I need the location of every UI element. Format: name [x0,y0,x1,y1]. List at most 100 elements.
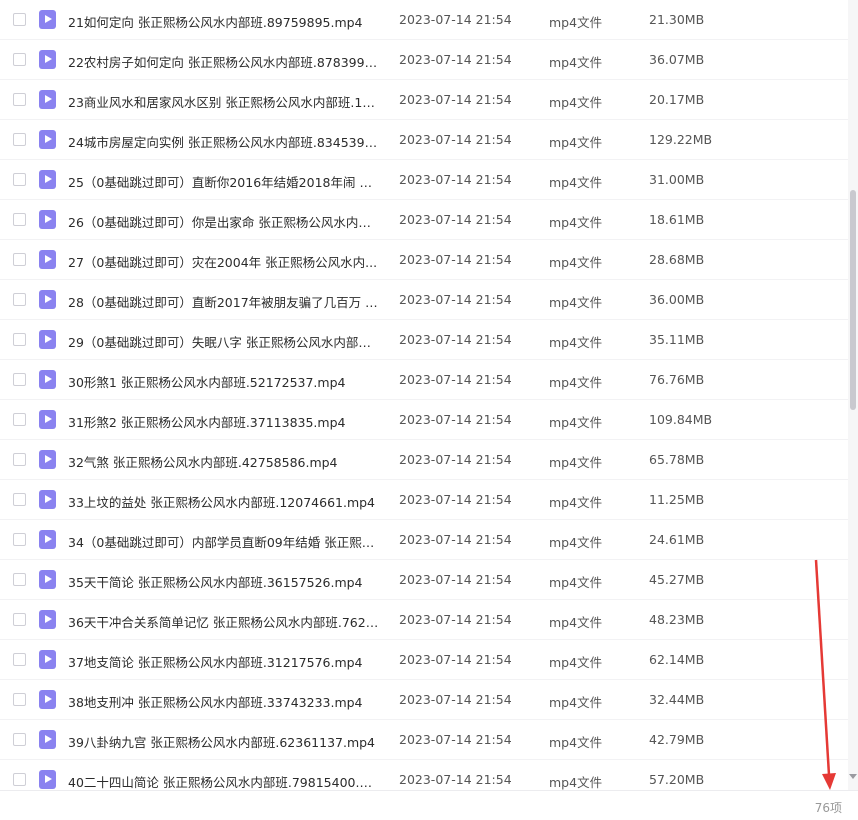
file-name[interactable]: 24城市房屋定向实例 张正熙杨公风水内部班.83453955.... [68,132,380,151]
file-size: 76.76MB [649,372,705,387]
row-checkbox[interactable] [13,573,26,586]
file-date: 2023-07-14 21:54 [399,612,512,627]
row-checkbox[interactable] [13,373,26,386]
file-date: 2023-07-14 21:54 [399,532,512,547]
file-row[interactable]: 37地支简论 张正熙杨公风水内部班.31217576.mp4 2023-07-14… [0,640,848,680]
file-row[interactable]: 31形煞2 张正熙杨公风水内部班.37113835.mp4 2023-07-14 … [0,400,848,440]
file-row[interactable]: 26（0基础跳过即可）你是出家命 张正熙杨公风水内部... 2023-07-14 … [0,200,848,240]
file-row[interactable]: 22农村房子如何定向 张正熙杨公风水内部班.87839994.... 2023-0… [0,40,848,80]
file-type: mp4文件 [549,655,603,670]
file-row[interactable]: 28（0基础跳过即可）直断2017年被朋友骗了几百万 张... 2023-07-1… [0,280,848,320]
row-checkbox[interactable] [13,213,26,226]
file-row[interactable]: 21如何定向 张正熙杨公风水内部班.89759895.mp4 2023-07-14… [0,0,848,40]
file-name[interactable]: 36天干冲合关系简单记忆 张正熙杨公风水内部班.7626... [68,612,380,631]
file-row[interactable]: 35天干简论 张正熙杨公风水内部班.36157526.mp4 2023-07-14… [0,560,848,600]
file-row[interactable]: 27（0基础跳过即可）灾在2004年 张正熙杨公风水内... 2023-07-14… [0,240,848,280]
row-checkbox[interactable] [13,613,26,626]
file-row[interactable]: 40二十四山简论 张正熙杨公风水内部班.79815400.mp4 2023-07-… [0,760,848,790]
row-checkbox[interactable] [13,93,26,106]
file-name[interactable]: 32气煞 张正熙杨公风水内部班.42758586.mp4 [68,452,380,471]
file-date: 2023-07-14 21:54 [399,12,512,27]
file-row[interactable]: 33上坟的益处 张正熙杨公风水内部班.12074661.mp4 2023-07-1… [0,480,848,520]
scroll-down-arrow-icon[interactable] [849,774,857,779]
file-date: 2023-07-14 21:54 [399,172,512,187]
row-checkbox[interactable] [13,253,26,266]
file-size: 36.00MB [649,292,705,307]
file-type: mp4文件 [549,295,603,310]
row-checkbox[interactable] [13,133,26,146]
row-checkbox[interactable] [13,533,26,546]
file-type: mp4文件 [549,15,603,30]
file-row[interactable]: 25（0基础跳过即可）直断你2016年结婚2018年闹 矛盾 ... 2023-0… [0,160,848,200]
row-checkbox[interactable] [13,653,26,666]
file-date: 2023-07-14 21:54 [399,452,512,467]
item-count: 76项 [814,801,842,815]
video-file-icon [39,370,56,389]
file-row[interactable]: 36天干冲合关系简单记忆 张正熙杨公风水内部班.7626... 2023-07-1… [0,600,848,640]
row-checkbox[interactable] [13,333,26,346]
row-checkbox[interactable] [13,773,26,786]
file-row[interactable]: 38地支刑冲 张正熙杨公风水内部班.33743233.mp4 2023-07-14… [0,680,848,720]
file-type: mp4文件 [549,375,603,390]
file-date: 2023-07-14 21:54 [399,92,512,107]
video-file-icon [39,690,56,709]
file-name[interactable]: 23商业风水和居家风水区别 张正熙杨公风水内部班.182... [68,92,380,111]
file-type: mp4文件 [549,215,603,230]
file-type: mp4文件 [549,695,603,710]
video-file-icon [39,410,56,429]
file-date: 2023-07-14 21:54 [399,492,512,507]
file-row[interactable]: 24城市房屋定向实例 张正熙杨公风水内部班.83453955.... 2023-0… [0,120,848,160]
file-type: mp4文件 [549,255,603,270]
file-date: 2023-07-14 21:54 [399,332,512,347]
file-name[interactable]: 31形煞2 张正熙杨公风水内部班.37113835.mp4 [68,412,380,431]
file-date: 2023-07-14 21:54 [399,212,512,227]
file-size: 36.07MB [649,52,705,67]
file-name[interactable]: 34（0基础跳过即可）内部学员直断09年结婚 张正熙杨... [68,532,380,551]
file-date: 2023-07-14 21:54 [399,572,512,587]
file-size: 28.68MB [649,252,705,267]
file-name[interactable]: 40二十四山简论 张正熙杨公风水内部班.79815400.mp4 [68,772,380,790]
row-checkbox[interactable] [13,293,26,306]
video-file-icon [39,730,56,749]
file-name[interactable]: 33上坟的益处 张正熙杨公风水内部班.12074661.mp4 [68,492,380,511]
file-type: mp4文件 [549,415,603,430]
file-type: mp4文件 [549,775,603,790]
file-name[interactable]: 35天干简论 张正熙杨公风水内部班.36157526.mp4 [68,572,380,591]
file-name[interactable]: 28（0基础跳过即可）直断2017年被朋友骗了几百万 张... [68,292,380,311]
file-name[interactable]: 22农村房子如何定向 张正熙杨公风水内部班.87839994.... [68,52,380,71]
row-checkbox[interactable] [13,13,26,26]
file-name[interactable]: 25（0基础跳过即可）直断你2016年结婚2018年闹 矛盾 ... [68,172,380,191]
video-file-icon [39,90,56,109]
row-checkbox[interactable] [13,53,26,66]
file-name[interactable]: 29（0基础跳过即可）失眠八字 张正熙杨公风水内部班.1... [68,332,380,351]
file-type: mp4文件 [549,455,603,470]
file-row[interactable]: 32气煞 张正熙杨公风水内部班.42758586.mp4 2023-07-14 2… [0,440,848,480]
file-name[interactable]: 37地支简论 张正熙杨公风水内部班.31217576.mp4 [68,652,380,671]
row-checkbox[interactable] [13,493,26,506]
file-size: 21.30MB [649,12,705,27]
row-checkbox[interactable] [13,173,26,186]
file-row[interactable]: 30形煞1 张正熙杨公风水内部班.52172537.mp4 2023-07-14 … [0,360,848,400]
row-checkbox[interactable] [13,453,26,466]
file-name[interactable]: 21如何定向 张正熙杨公风水内部班.89759895.mp4 [68,12,380,31]
file-row[interactable]: 29（0基础跳过即可）失眠八字 张正熙杨公风水内部班.1... 2023-07-1… [0,320,848,360]
file-row[interactable]: 23商业风水和居家风水区别 张正熙杨公风水内部班.182... 2023-07-1… [0,80,848,120]
video-file-icon [39,130,56,149]
file-name[interactable]: 38地支刑冲 张正熙杨公风水内部班.33743233.mp4 [68,692,380,711]
file-name[interactable]: 26（0基础跳过即可）你是出家命 张正熙杨公风水内部... [68,212,380,231]
file-type: mp4文件 [549,735,603,750]
file-size: 42.79MB [649,732,705,747]
row-checkbox[interactable] [13,413,26,426]
file-type: mp4文件 [549,135,603,150]
file-date: 2023-07-14 21:54 [399,692,512,707]
file-name[interactable]: 27（0基础跳过即可）灾在2004年 张正熙杨公风水内... [68,252,380,271]
file-row[interactable]: 34（0基础跳过即可）内部学员直断09年结婚 张正熙杨... 2023-07-14… [0,520,848,560]
file-name[interactable]: 39八卦纳九宫 张正熙杨公风水内部班.62361137.mp4 [68,732,380,751]
row-checkbox[interactable] [13,733,26,746]
file-size: 129.22MB [649,132,713,147]
file-name[interactable]: 30形煞1 张正熙杨公风水内部班.52172537.mp4 [68,372,380,391]
file-date: 2023-07-14 21:54 [399,292,512,307]
file-row[interactable]: 39八卦纳九宫 张正熙杨公风水内部班.62361137.mp4 2023-07-1… [0,720,848,760]
row-checkbox[interactable] [13,693,26,706]
scrollbar-thumb[interactable] [850,190,856,410]
